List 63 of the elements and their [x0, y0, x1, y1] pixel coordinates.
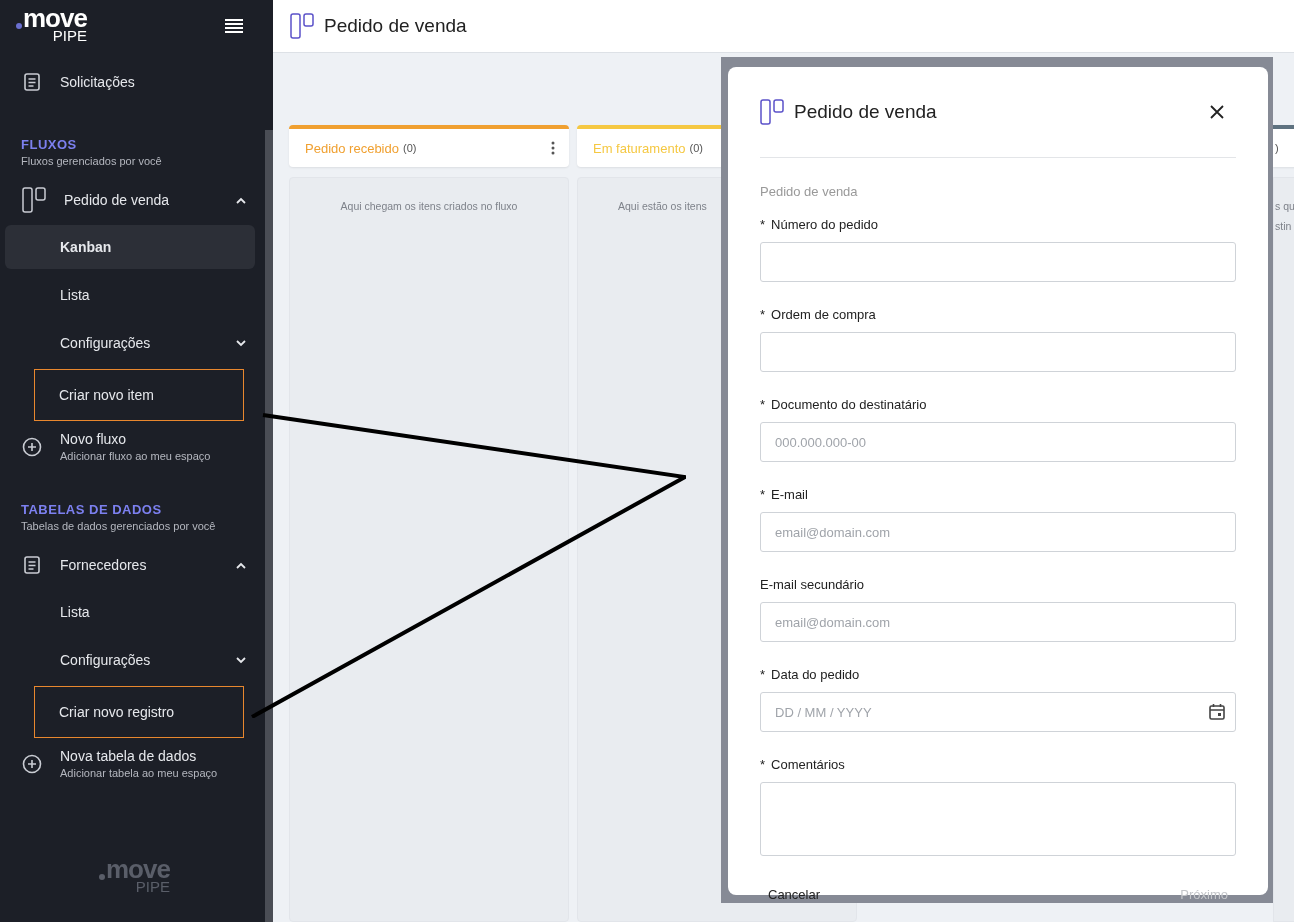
- nav-group[interactable]: Pedido de venda: [0, 177, 253, 223]
- nav-item[interactable]: Solicitações: [0, 59, 253, 105]
- date-field[interactable]: DD / MM / YYYY: [760, 692, 1236, 732]
- calendar-icon[interactable]: [1208, 703, 1226, 721]
- column-description: s qu: [1275, 200, 1294, 212]
- nav-subitem[interactable]: Lista: [5, 273, 255, 317]
- field-label: E-mail: [771, 487, 808, 502]
- field-label: Documento do destinatário: [771, 397, 927, 412]
- column-title: Em faturamento: [593, 140, 686, 156]
- column-count: ): [1275, 142, 1279, 154]
- logo: move PIPE: [99, 856, 170, 894]
- column-description: Aqui estão os itens: [618, 200, 707, 212]
- input-field[interactable]: [760, 242, 1236, 282]
- field-label: Comentários: [771, 757, 845, 772]
- kanban-icon: [760, 99, 784, 125]
- scrollbar[interactable]: [265, 130, 273, 922]
- menu-icon[interactable]: [225, 19, 243, 33]
- nav-subitem[interactable]: Kanban: [5, 225, 255, 269]
- column-description: Aqui chegam os itens criados no fluxo: [340, 200, 518, 212]
- nav-subitem[interactable]: Configurações: [5, 321, 255, 365]
- add-button[interactable]: Nova tabela de dados Adicionar tabela ao meu espaço: [0, 740, 253, 787]
- input-field[interactable]: email@domain.com: [760, 512, 1236, 552]
- column-description: stin: [1275, 220, 1292, 232]
- required-mark: *: [760, 487, 766, 502]
- document-icon: [22, 555, 42, 575]
- column-count: (0): [689, 142, 703, 154]
- input-field[interactable]: email@domain.com: [760, 602, 1236, 642]
- input-field[interactable]: [760, 782, 1236, 856]
- required-mark: *: [760, 217, 766, 232]
- logo: move PIPE: [16, 5, 87, 43]
- page-title: Pedido de venda: [324, 15, 467, 37]
- nav-group[interactable]: Fornecedores: [0, 542, 253, 588]
- document-icon: [22, 72, 42, 92]
- field-label: Data do pedido: [771, 667, 860, 682]
- field-label: Ordem de compra: [771, 307, 876, 322]
- input-field[interactable]: 000.000.000-00: [760, 422, 1236, 462]
- field-label: Número do pedido: [771, 217, 879, 232]
- add-circle-icon: [22, 436, 42, 457]
- required-mark: *: [760, 397, 766, 412]
- nav-subitem[interactable]: Criar novo registro: [34, 686, 244, 738]
- section-title: TABELAS DE DADOS: [21, 502, 163, 517]
- modal-title: Pedido de venda: [794, 101, 938, 123]
- add-button[interactable]: Novo fluxo Adicionar fluxo ao meu espaço: [0, 423, 253, 470]
- required-mark: *: [760, 307, 766, 322]
- required-mark: *: [760, 757, 766, 772]
- nav-subitem[interactable]: Configurações: [5, 638, 255, 682]
- nav-subitem[interactable]: Criar novo item: [34, 369, 244, 421]
- section-subtitle: Tabelas de dados gerenciados por você: [21, 520, 217, 532]
- nav-subitem[interactable]: Lista: [5, 590, 255, 634]
- column-count: (0): [402, 142, 417, 154]
- add-circle-icon: [22, 753, 42, 774]
- section-subtitle: Fluxos gerenciados por você: [21, 155, 163, 167]
- more-icon[interactable]: [551, 141, 555, 155]
- column-title: Pedido recebido: [305, 140, 399, 156]
- section-label: Pedido de venda: [760, 184, 859, 199]
- field-label: E-mail secundário: [760, 577, 865, 592]
- close-icon[interactable]: [1210, 105, 1224, 119]
- kanban-icon: [290, 13, 314, 39]
- required-mark: *: [760, 667, 766, 682]
- kanban-icon: [22, 187, 46, 213]
- cancel-button[interactable]: Cancelar: [760, 881, 829, 908]
- input-field[interactable]: [760, 332, 1236, 372]
- section-title: FLUXOS: [21, 137, 78, 152]
